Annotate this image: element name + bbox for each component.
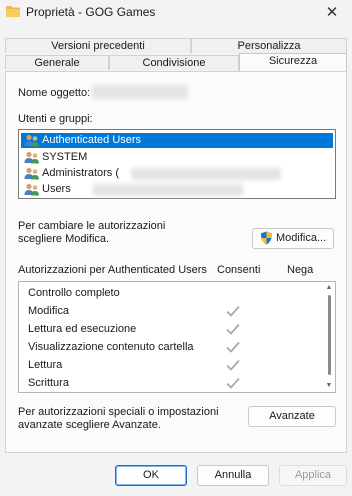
group-label: Users bbox=[42, 183, 71, 195]
permission-row: Visualizzazione contenuto cartella bbox=[19, 339, 319, 356]
permission-name: Modifica bbox=[28, 305, 69, 317]
permission-row: Controllo completo bbox=[19, 285, 319, 302]
tab-label: Personalizza bbox=[237, 40, 301, 52]
allow-check-icon bbox=[226, 341, 240, 353]
tab-personalizza[interactable]: Personalizza bbox=[191, 38, 347, 53]
change-hint-line2: scegliere Modifica. bbox=[18, 233, 110, 245]
permission-row: Lettura bbox=[19, 357, 319, 374]
allow-header: Consenti bbox=[217, 264, 261, 276]
ok-button[interactable]: OK bbox=[115, 465, 187, 486]
modify-button[interactable]: Modifica... bbox=[252, 228, 334, 249]
tab-row-bottom: Generale Condivisione Sicurezza bbox=[5, 53, 347, 71]
tab-label: Versioni precedenti bbox=[51, 40, 145, 52]
window-title: Proprietà - GOG Games bbox=[26, 5, 156, 19]
group-label: SYSTEM bbox=[42, 151, 88, 163]
shield-icon bbox=[260, 231, 273, 245]
allow-check-icon bbox=[226, 305, 240, 317]
tab-condivisione[interactable]: Condivisione bbox=[109, 55, 239, 70]
permissions-list[interactable]: Controllo completo Modifica Lettura ed e… bbox=[18, 281, 336, 393]
scroll-up-arrow-icon[interactable]: ▲ bbox=[325, 284, 333, 292]
permissions-header: Autorizzazioni per Authenticated Users bbox=[18, 264, 207, 276]
advanced-button-label: Avanzate bbox=[269, 410, 315, 422]
advanced-hint-line1: Per autorizzazioni speciali o impostazio… bbox=[18, 406, 219, 418]
tab-versioni-precedenti[interactable]: Versioni precedenti bbox=[5, 38, 191, 53]
users-group-icon bbox=[24, 151, 39, 164]
group-item-system[interactable]: SYSTEM bbox=[21, 150, 333, 165]
folder-icon bbox=[6, 6, 20, 17]
users-group-icon bbox=[24, 183, 39, 196]
advanced-hint-line2: avanzate scegliere Avanzate. bbox=[18, 419, 161, 431]
permission-name: Lettura bbox=[28, 359, 63, 371]
users-groups-list[interactable]: Authenticated Users SYSTEM Administrator… bbox=[18, 129, 336, 199]
modify-button-label: Modifica... bbox=[276, 232, 327, 244]
permission-row: Lettura ed esecuzione bbox=[19, 321, 319, 338]
change-hint-line1: Per cambiare le autorizzazioni bbox=[18, 220, 166, 232]
tab-row-top: Versioni precedenti Personalizza bbox=[5, 38, 347, 53]
users-group-icon bbox=[24, 134, 39, 147]
permission-name: Controllo completo bbox=[28, 287, 120, 299]
apply-button[interactable]: Applica bbox=[279, 465, 347, 486]
title-bar: Proprietà - GOG Games ✕ bbox=[0, 0, 352, 26]
allow-check-icon bbox=[226, 377, 240, 389]
tab-generale[interactable]: Generale bbox=[5, 55, 109, 70]
close-icon: ✕ bbox=[325, 4, 339, 21]
object-name-label: Nome oggetto: bbox=[18, 87, 91, 99]
allow-check-icon bbox=[226, 323, 240, 335]
users-group-icon bbox=[24, 167, 39, 180]
tab-sicurezza[interactable]: Sicurezza bbox=[239, 53, 347, 71]
tab-label: Condivisione bbox=[142, 57, 206, 69]
group-label: Authenticated Users bbox=[42, 134, 142, 146]
advanced-button[interactable]: Avanzate bbox=[248, 406, 336, 427]
permission-name: Lettura ed esecuzione bbox=[28, 323, 137, 335]
group-label: Administrators ( bbox=[42, 167, 120, 179]
security-panel: Nome oggetto: Utenti e gruppi: Authentic… bbox=[5, 71, 347, 453]
cancel-button[interactable]: Annulla bbox=[197, 465, 269, 486]
tab-label: Generale bbox=[34, 57, 80, 69]
permission-row: Modifica bbox=[19, 303, 319, 320]
apply-button-label: Applica bbox=[294, 469, 332, 481]
permission-row: Scrittura bbox=[19, 375, 319, 392]
object-name-value-redacted bbox=[92, 85, 188, 99]
close-button[interactable]: ✕ bbox=[312, 0, 352, 26]
cancel-button-label: Annulla bbox=[214, 469, 252, 481]
permissions-scrollbar[interactable]: ▲ ▼ bbox=[323, 283, 335, 391]
scroll-down-arrow-icon[interactable]: ▼ bbox=[325, 382, 333, 390]
deny-header: Nega bbox=[287, 264, 314, 276]
administrators-name-redacted bbox=[131, 168, 281, 180]
groups-label: Utenti e gruppi: bbox=[18, 113, 93, 125]
users-name-redacted bbox=[93, 184, 243, 196]
tab-label: Sicurezza bbox=[268, 55, 318, 67]
allow-check-icon bbox=[226, 359, 240, 371]
permission-name: Scrittura bbox=[28, 377, 69, 389]
group-item-authenticated-users[interactable]: Authenticated Users bbox=[21, 133, 333, 148]
scroll-thumb[interactable] bbox=[328, 295, 331, 375]
permission-name: Visualizzazione contenuto cartella bbox=[28, 341, 194, 353]
ok-button-label: OK bbox=[143, 469, 159, 481]
